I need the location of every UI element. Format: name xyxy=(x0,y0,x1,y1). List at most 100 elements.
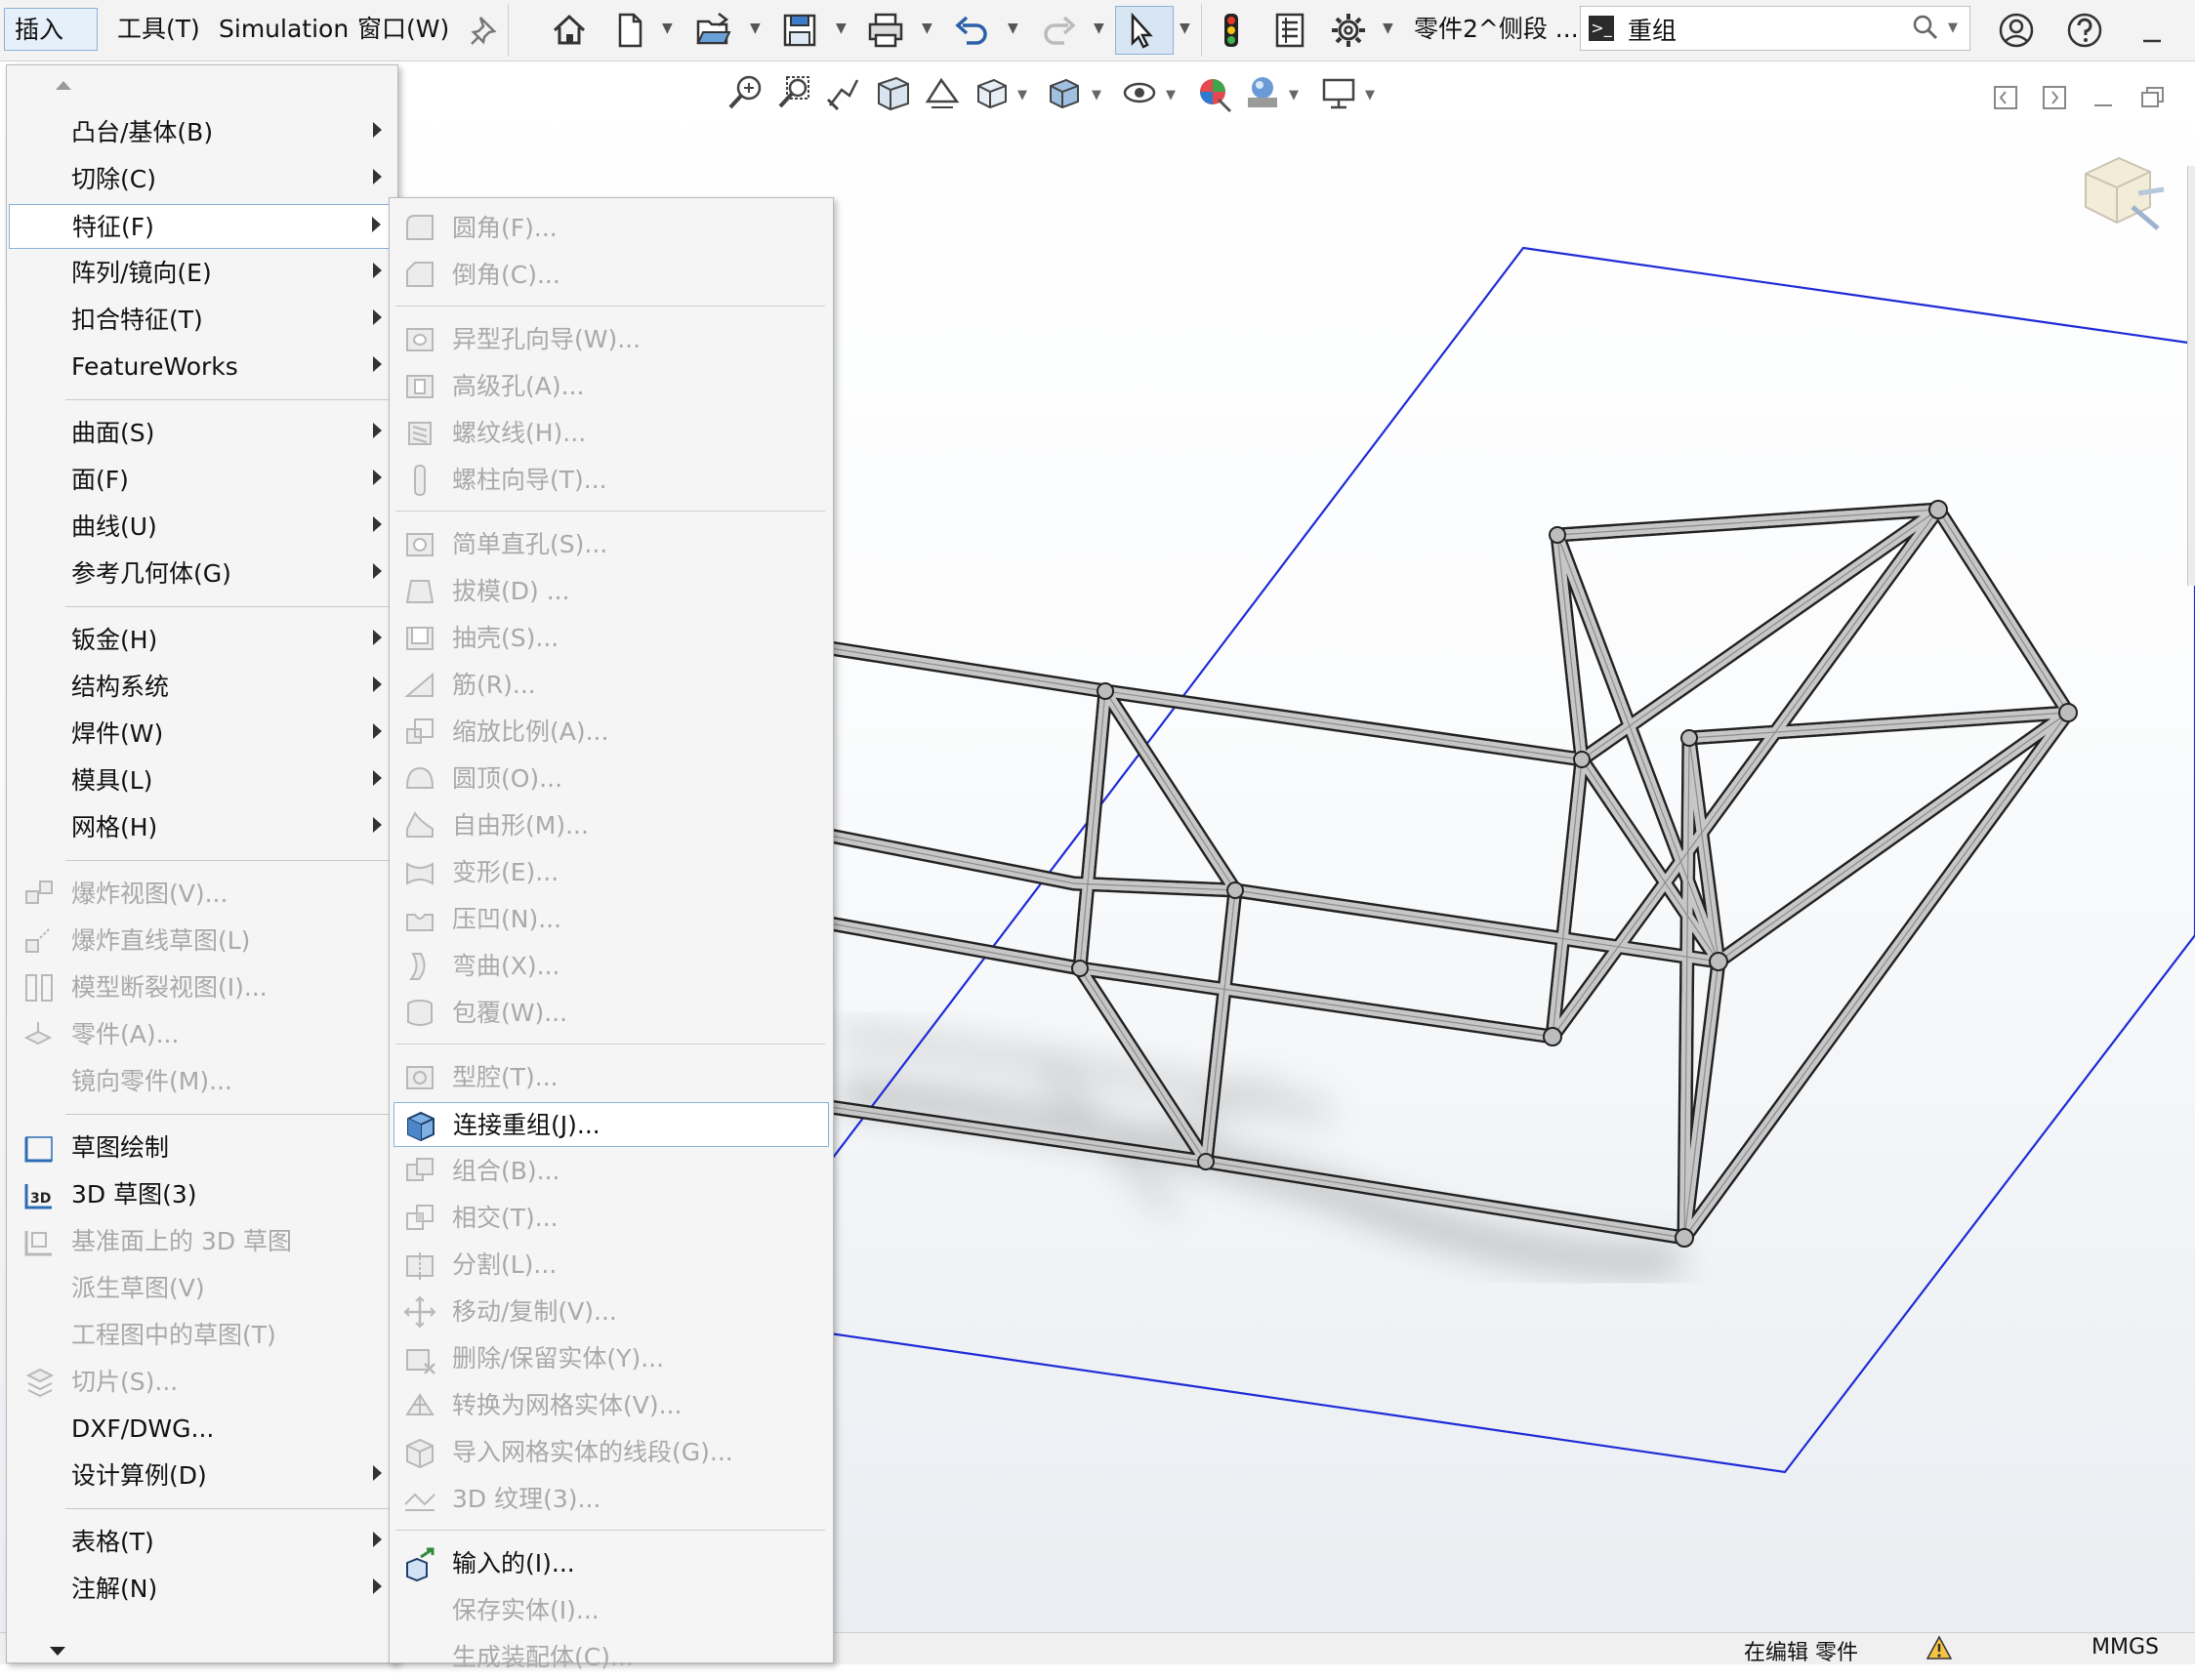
submenu-item-simple-hole[interactable]: 简单直孔(S)... xyxy=(393,522,829,567)
menu-item-annotations[interactable]: 注解(N) xyxy=(9,1567,395,1612)
submenu-item-flex[interactable]: 弯曲(X)... xyxy=(393,944,829,989)
submenu-item-stud-wizard[interactable]: 螺柱向导(T)... xyxy=(393,458,829,503)
menu-item-break-view[interactable]: 模型断裂视图(I)... xyxy=(9,965,395,1010)
apply-scene-icon[interactable] xyxy=(1240,70,1285,115)
menu-item-part[interactable]: 零件(A)... xyxy=(9,1012,395,1057)
options-gear-icon[interactable] xyxy=(1324,6,1373,55)
submenu-item-join[interactable]: 连接重组(J)... xyxy=(393,1102,829,1147)
open-dropdown-icon[interactable]: ▼ xyxy=(750,21,764,35)
select-pointer-icon[interactable] xyxy=(1115,6,1174,55)
menu-window[interactable]: 窗口(W) xyxy=(348,8,459,51)
menu-item-boss-base[interactable]: 凸台/基体(B) xyxy=(9,110,395,155)
menu-scroll-down-icon[interactable] xyxy=(7,1639,397,1662)
new-document-icon[interactable] xyxy=(605,6,654,55)
edit-appearance-icon[interactable] xyxy=(1191,70,1236,115)
submenu-item-freeform[interactable]: 自由形(M)... xyxy=(393,803,829,848)
view-cube-triad-icon[interactable] xyxy=(2074,139,2168,236)
user-account-icon[interactable] xyxy=(1992,6,2041,55)
dynamic-annotation-icon[interactable] xyxy=(920,70,965,115)
pin-icon[interactable] xyxy=(461,6,510,55)
menu-item-3d-sketch-on-plane[interactable]: 基准面上的 3D 草图 xyxy=(9,1219,395,1264)
save-dropdown-icon[interactable]: ▼ xyxy=(836,21,849,35)
submenu-item-3d-texture[interactable]: 3D 纹理(3)... xyxy=(393,1477,829,1522)
previous-view-icon[interactable] xyxy=(820,70,865,115)
menu-item-mesh[interactable]: 网格(H) xyxy=(9,805,395,850)
hide-show-dropdown-icon[interactable]: ▼ xyxy=(1166,88,1176,102)
task-pane-scrollbar[interactable] xyxy=(2187,166,2195,586)
redo-dropdown-icon[interactable]: ▼ xyxy=(1094,21,1107,35)
menu-item-curve[interactable]: 曲线(U) xyxy=(9,505,395,550)
restore-document-icon[interactable] xyxy=(2133,78,2172,117)
minimize-app-icon[interactable] xyxy=(2129,6,2177,55)
display-style-icon[interactable] xyxy=(1041,70,1086,115)
submenu-item-combine[interactable]: 组合(B)... xyxy=(393,1149,829,1194)
submenu-item-scale[interactable]: 缩放比例(A)... xyxy=(393,710,829,755)
submenu-item-convert-to-mesh[interactable]: 转换为网格实体(V)... xyxy=(393,1383,829,1428)
view-settings-icon[interactable] xyxy=(1316,70,1361,115)
submenu-item-mesh-segment[interactable]: 导入网格实体的线段(G)... xyxy=(393,1430,829,1475)
submenu-item-cavity[interactable]: 型腔(T)... xyxy=(393,1055,829,1100)
submenu-item-rib[interactable]: 筋(R)... xyxy=(393,663,829,708)
print-icon[interactable] xyxy=(861,6,910,55)
menu-item-face[interactable]: 面(F) xyxy=(9,458,395,503)
menu-item-cut[interactable]: 切除(C) xyxy=(9,157,395,202)
undo-dropdown-icon[interactable]: ▼ xyxy=(1008,21,1021,35)
status-units[interactable]: MMGS xyxy=(2091,1635,2159,1660)
truss-frame[interactable] xyxy=(822,500,2078,1248)
minimize-document-icon[interactable] xyxy=(2084,78,2123,117)
submenu-item-create-assembly[interactable]: 生成装配体(C)... xyxy=(393,1635,829,1680)
submenu-item-hole-wizard[interactable]: 异型孔向导(W)... xyxy=(393,317,829,362)
menu-scroll-up-icon[interactable] xyxy=(7,73,397,97)
menu-item-fastening-feature[interactable]: 扣合特征(T) xyxy=(9,298,395,343)
redo-icon[interactable] xyxy=(1035,6,1084,55)
submenu-item-dome[interactable]: 圆顶(O)... xyxy=(393,757,829,801)
submenu-item-wrap[interactable]: 包覆(W)... xyxy=(393,991,829,1036)
menu-item-design-study[interactable]: 设计算例(D) xyxy=(9,1454,395,1498)
menu-simulation[interactable]: Simulation xyxy=(209,8,358,51)
zoom-to-fit-icon[interactable] xyxy=(723,70,767,115)
menu-item-pattern-mirror[interactable]: 阵列/镜向(E) xyxy=(9,251,395,296)
search-dropdown-icon[interactable]: ▼ xyxy=(1948,20,1958,35)
section-view-icon[interactable] xyxy=(871,70,916,115)
file-properties-icon[interactable] xyxy=(1265,6,1314,55)
menu-item-3d-sketch[interactable]: 3D 3D 草图(3) xyxy=(9,1172,395,1217)
menu-item-sketch[interactable]: 草图绘制 xyxy=(9,1126,395,1170)
home-icon[interactable] xyxy=(545,6,594,55)
submenu-item-deform[interactable]: 变形(E)... xyxy=(393,850,829,895)
search-input[interactable] xyxy=(1626,13,1893,46)
view-orientation-dropdown-icon[interactable]: ▼ xyxy=(1017,88,1027,102)
sketch-plane[interactable] xyxy=(828,246,2195,1474)
rebuild-traffic-light-icon[interactable] xyxy=(1207,6,1256,55)
menu-item-tables[interactable]: 表格(T) xyxy=(9,1520,395,1565)
apply-scene-dropdown-icon[interactable]: ▼ xyxy=(1289,88,1299,102)
command-search-box[interactable]: >_ ▼ xyxy=(1580,6,1970,51)
zoom-to-area-icon[interactable] xyxy=(771,70,816,115)
submenu-item-intersect[interactable]: 相交(T)... xyxy=(393,1196,829,1241)
open-folder-icon[interactable] xyxy=(689,6,738,55)
display-style-dropdown-icon[interactable]: ▼ xyxy=(1092,88,1101,102)
submenu-item-move-copy[interactable]: 移动/复制(V)... xyxy=(393,1290,829,1334)
submenu-item-advanced-hole[interactable]: 高级孔(A)... xyxy=(393,364,829,409)
collapse-left-icon[interactable] xyxy=(1986,78,2025,117)
hide-show-items-icon[interactable] xyxy=(1117,70,1162,115)
submenu-item-fillet[interactable]: 圆角(F)... xyxy=(393,206,829,251)
menu-item-surface[interactable]: 曲面(S) xyxy=(9,411,395,456)
menu-item-sketch-in-drawing[interactable]: 工程图中的草图(T) xyxy=(9,1313,395,1358)
view-settings-dropdown-icon[interactable]: ▼ xyxy=(1365,88,1375,102)
menu-item-derived-sketch[interactable]: 派生草图(V) xyxy=(9,1266,395,1311)
submenu-item-save-bodies[interactable]: 保存实体(I)... xyxy=(393,1588,829,1633)
menu-insert[interactable]: 插入(I) xyxy=(4,8,98,87)
menu-item-mirror-part[interactable]: 镜向零件(M)... xyxy=(9,1059,395,1104)
menu-item-structure-system[interactable]: 结构系统 xyxy=(9,665,395,710)
menu-tools[interactable]: 工具(T) xyxy=(107,8,210,51)
search-icon[interactable] xyxy=(1909,11,1942,44)
menu-item-reference-geometry[interactable]: 参考几何体(G) xyxy=(9,552,395,596)
menu-item-weldments[interactable]: 焊件(W) xyxy=(9,712,395,757)
options-dropdown-icon[interactable]: ▼ xyxy=(1383,21,1396,35)
menu-item-featureworks[interactable]: FeatureWorks xyxy=(9,345,395,389)
submenu-item-split[interactable]: 分割(L)... xyxy=(393,1243,829,1288)
menu-item-slice[interactable]: 切片(S)... xyxy=(9,1360,395,1405)
new-dropdown-icon[interactable]: ▼ xyxy=(662,21,676,35)
submenu-item-imported[interactable]: 输入的(I)... xyxy=(393,1541,829,1586)
menu-item-explode-view[interactable]: 爆炸视图(V)... xyxy=(9,872,395,917)
